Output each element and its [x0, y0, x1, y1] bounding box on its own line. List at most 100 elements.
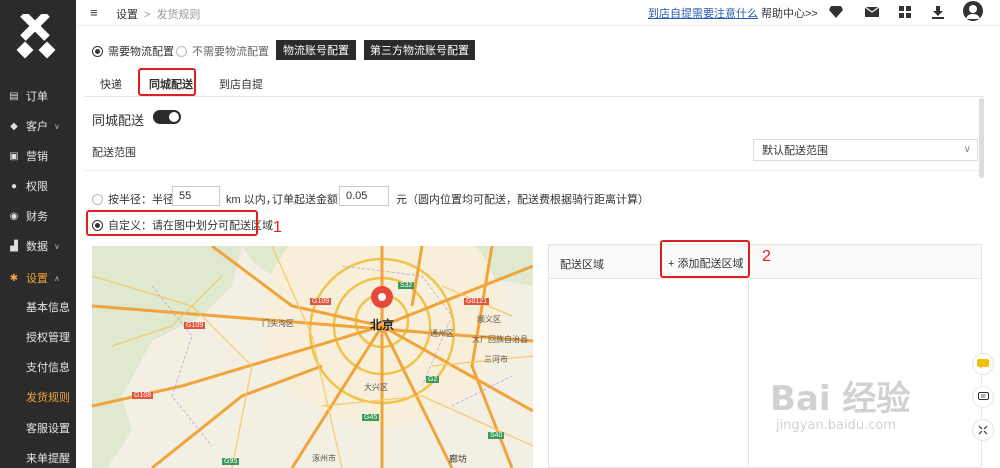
- message-icon[interactable]: [972, 386, 994, 408]
- sidebar-subitem-label: 授权管理: [26, 332, 70, 344]
- sidebar-item-label: 数据: [26, 241, 48, 253]
- breadcrumb: 设置 > 发货规则: [116, 6, 200, 22]
- sidebar-subitem-order-alert[interactable]: 来单提醒: [0, 447, 76, 468]
- menu-toggle-icon[interactable]: ≡: [90, 5, 98, 20]
- min-amount-input[interactable]: 0.05: [339, 186, 389, 206]
- select-value: 默认配送范围: [762, 145, 828, 157]
- breadcrumb-separator: >: [144, 9, 151, 21]
- range-label: 配送范围: [92, 147, 136, 159]
- sidebar-subitem-label: 来单提醒: [26, 453, 70, 465]
- help-center-link[interactable]: 帮助中心>>: [761, 5, 818, 21]
- sidebar-subitem-payment[interactable]: 支付信息: [0, 356, 76, 378]
- download-icon[interactable]: [930, 4, 946, 20]
- map-road-label: G109: [310, 298, 332, 305]
- sidebar-item-permissions[interactable]: ● 权限: [0, 175, 76, 197]
- highlight-box-tab: [138, 68, 196, 96]
- tab-pickup[interactable]: 到店自提: [219, 74, 263, 94]
- need-logistics-option[interactable]: 需要物流配置: [92, 43, 174, 59]
- radio-unchecked[interactable]: [176, 45, 187, 57]
- radius-unit: km 以内，: [226, 194, 277, 206]
- watermark-logo: Bai 经验: [770, 379, 911, 419]
- radius-suffix: 元（圆内位置均可配送，配送费根据骑行距离计算）: [396, 194, 649, 206]
- sidebar: ▤ 订单 ◆ 客户 ∨ ▣ 营销 ● 权限 ◉ 财务 ▟ 数据 ∨ ✱ 设置 ∧…: [0, 0, 76, 468]
- sidebar-subitem-shipping-rules[interactable]: 发货规则: [0, 386, 76, 408]
- divider: [84, 170, 979, 171]
- page-scrollbar[interactable]: [979, 98, 984, 178]
- sidebar-item-customers[interactable]: ◆ 客户 ∨: [0, 115, 76, 137]
- user-icon: ●: [10, 180, 18, 192]
- third-party-logistics-button[interactable]: 第三方物流账号配置: [364, 40, 475, 60]
- sidebar-item-label: 客户: [26, 121, 48, 133]
- sidebar-subitem-label: 客服设置: [26, 423, 70, 435]
- money-icon: ◉: [9, 210, 19, 222]
- map-road-label: S32: [398, 282, 415, 289]
- option-label: 需要物流配置: [108, 46, 174, 58]
- map-road-label: G109: [184, 322, 206, 329]
- map-district-label: 大兴区: [364, 383, 388, 392]
- mail-icon[interactable]: [864, 4, 880, 20]
- annotation-number-1: 1: [273, 219, 282, 236]
- map-canvas: [92, 246, 533, 468]
- sidebar-item-finance[interactable]: ◉ 财务: [0, 205, 76, 227]
- sidebar-item-label: 设置: [26, 273, 48, 285]
- user-avatar[interactable]: [963, 1, 983, 21]
- map-district-label: 通州区: [430, 329, 454, 338]
- tab-express[interactable]: 快递: [100, 74, 122, 94]
- delivery-map[interactable]: 北京 G109 G109 门头沟区 S32 G0121 顺义区 通州区 大厂回族…: [92, 246, 533, 468]
- range-select[interactable]: 默认配送范围 ∨: [753, 139, 978, 161]
- radio-unchecked[interactable]: [92, 193, 103, 205]
- sidebar-item-data[interactable]: ▟ 数据 ∨: [0, 235, 76, 257]
- same-city-toggle[interactable]: [153, 110, 181, 124]
- ticket-icon: ▣: [9, 150, 19, 162]
- clipboard-icon: ▤: [9, 90, 19, 102]
- map-road-label: G45: [362, 414, 380, 421]
- sidebar-item-label: 权限: [26, 181, 48, 193]
- radius-option[interactable]: 按半径：半径: [92, 191, 174, 207]
- annotation-number-2: 2: [762, 248, 771, 265]
- radio-checked[interactable]: [92, 45, 103, 57]
- chevron-down-icon: ∨: [54, 241, 60, 251]
- diamond-icon: ◆: [10, 120, 18, 132]
- grid-icon[interactable]: [897, 4, 913, 20]
- collapse-icon[interactable]: [972, 419, 994, 441]
- tab-divider: [84, 96, 984, 97]
- breadcrumb-current: 发货规则: [156, 9, 201, 21]
- sidebar-item-settings[interactable]: ✱ 设置 ∧: [0, 267, 76, 289]
- map-road-label: S40: [488, 432, 505, 439]
- sidebar-item-label: 营销: [26, 151, 48, 163]
- sidebar-subitem-label: 基本信息: [26, 302, 70, 314]
- chart-icon: ▟: [10, 240, 18, 252]
- map-city-label: 廊坊: [449, 454, 468, 464]
- breadcrumb-root[interactable]: 设置: [116, 9, 138, 21]
- chevron-up-icon: ∧: [54, 273, 60, 283]
- sidebar-subitem-auth[interactable]: 授权管理: [0, 326, 76, 348]
- chat-bubble-icon[interactable]: [972, 353, 994, 375]
- map-road-label: G0121: [464, 298, 490, 305]
- logistics-account-button[interactable]: 物流账号配置: [276, 40, 356, 60]
- app-logo: [16, 14, 56, 59]
- map-road-label: G2: [426, 376, 440, 383]
- radius-prefix: 按半径：半径: [108, 194, 174, 206]
- chevron-down-icon: ∨: [963, 144, 971, 155]
- sidebar-subitem-service[interactable]: 客服设置: [0, 417, 76, 439]
- min-amount-label: 订单起送金额: [272, 194, 338, 206]
- diamond-icon[interactable]: [828, 4, 844, 20]
- sidebar-subitem-label: 支付信息: [26, 362, 70, 374]
- sidebar-item-label: 财务: [26, 211, 48, 223]
- map-district-label: 门头沟区: [262, 319, 294, 328]
- sidebar-item-label: 订单: [26, 91, 48, 103]
- watermark-url: jingyan.baidu.com: [776, 418, 896, 433]
- delivery-zone-panel: [548, 244, 982, 468]
- pickup-notice-link[interactable]: 到店自提需要注意什么: [648, 5, 758, 21]
- sidebar-subitem-basic-info[interactable]: 基本信息: [0, 296, 76, 318]
- map-road-label: G108: [132, 392, 154, 399]
- radius-input[interactable]: 55: [172, 186, 220, 206]
- same-city-label: 同城配送: [92, 113, 145, 128]
- sidebar-item-orders[interactable]: ▤ 订单: [0, 85, 76, 107]
- map-district-label: 涿州市: [312, 454, 336, 463]
- no-logistics-option[interactable]: 不需要物流配置: [176, 43, 269, 59]
- sidebar-item-marketing[interactable]: ▣ 营销: [0, 145, 76, 167]
- map-road-label: G95: [222, 458, 240, 465]
- zone-list-column: [549, 279, 749, 467]
- top-header: ≡ 设置 > 发货规则 到店自提需要注意什么 帮助中心>>: [76, 0, 1000, 26]
